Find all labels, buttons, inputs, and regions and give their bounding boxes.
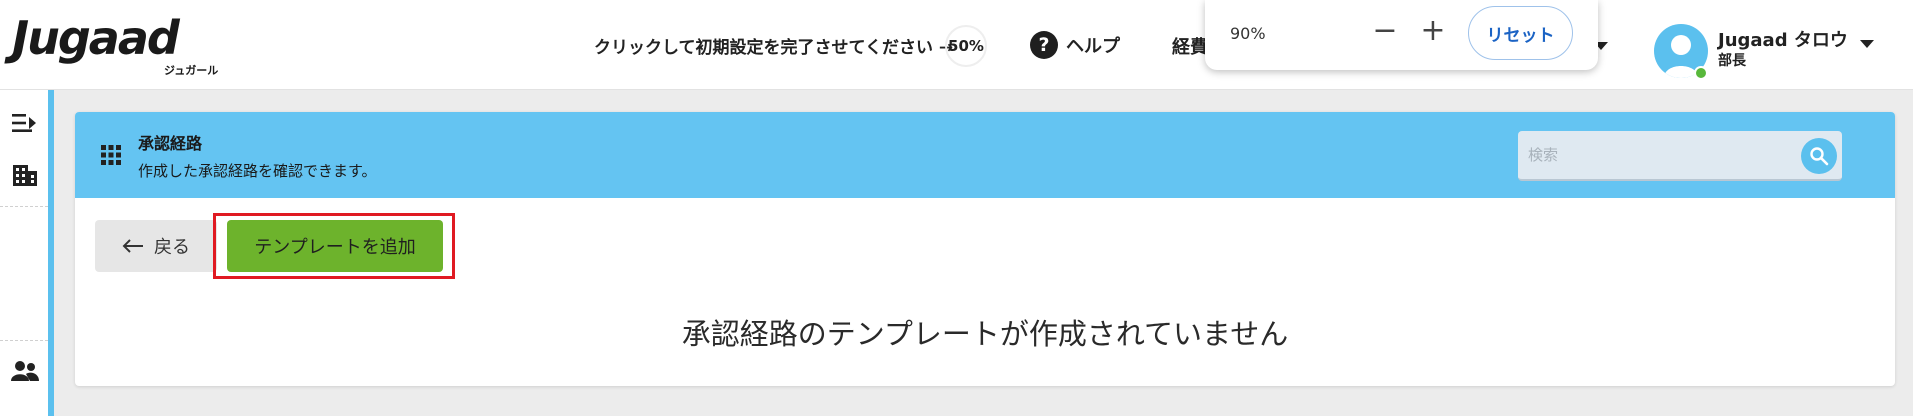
left-sidebar — [0, 90, 48, 416]
empty-state-message: 承認経路のテンプレートが作成されていません — [681, 317, 1289, 351]
back-button[interactable]: 戻る — [95, 220, 217, 272]
setup-prompt-link[interactable]: クリックして初期設定を完了させてください → — [594, 33, 953, 58]
logo-subtext: ジュガール — [164, 64, 219, 77]
sidebar-accent-stripe — [48, 90, 54, 416]
setup-progress-value: 50% — [948, 37, 984, 55]
logo-text: Jugaad — [12, 11, 180, 65]
help-link[interactable]: ? ヘルプ — [1030, 30, 1120, 60]
zoom-out-button[interactable]: − — [1368, 14, 1402, 48]
page-title: 承認経路 — [138, 134, 203, 153]
zoom-in-button[interactable]: + — [1416, 14, 1450, 48]
search-icon — [1810, 147, 1829, 166]
user-role: 部長 — [1718, 53, 1746, 69]
online-status-dot — [1694, 66, 1708, 80]
user-menu[interactable]: Jugaad タロウ 部長 — [1654, 20, 1894, 80]
sidebar-divider — [0, 340, 48, 341]
chevron-down-icon[interactable] — [1860, 40, 1874, 48]
collapse-menu-icon[interactable] — [10, 108, 40, 138]
back-label: 戻る — [154, 237, 190, 258]
search-input[interactable] — [1528, 139, 1788, 171]
sidebar-divider — [0, 206, 48, 207]
zoom-reset-button[interactable]: リセット — [1468, 6, 1573, 60]
arrow-left-icon — [122, 239, 143, 253]
people-icon[interactable] — [10, 356, 40, 386]
app-logo[interactable]: Jugaad ジュガール — [12, 10, 222, 77]
search-box — [1518, 131, 1842, 181]
help-icon: ? — [1030, 31, 1058, 59]
grid-icon — [101, 145, 121, 165]
panel-header: 承認経路 作成した承認経路を確認できます。 — [75, 112, 1895, 198]
search-button[interactable] — [1801, 138, 1837, 174]
user-name: Jugaad タロウ — [1718, 30, 1848, 51]
expense-menu[interactable]: 経費 — [1172, 33, 1208, 59]
setup-progress-ring[interactable]: 50% — [945, 25, 987, 67]
add-template-button[interactable]: テンプレートを追加 — [227, 220, 443, 272]
approval-route-panel: 承認経路 作成した承認経路を確認できます。 戻る テンプレートを追加 承認経路の… — [75, 112, 1895, 386]
building-icon[interactable] — [10, 160, 40, 190]
top-bar: Jugaad ジュガール クリックして初期設定を完了させてください → 50% … — [0, 0, 1913, 90]
page-subtitle: 作成した承認経路を確認できます。 — [138, 162, 377, 180]
zoom-popup: 90% − + リセット — [1205, 0, 1598, 70]
zoom-level: 90% — [1230, 24, 1266, 43]
help-label: ヘルプ — [1066, 36, 1120, 57]
